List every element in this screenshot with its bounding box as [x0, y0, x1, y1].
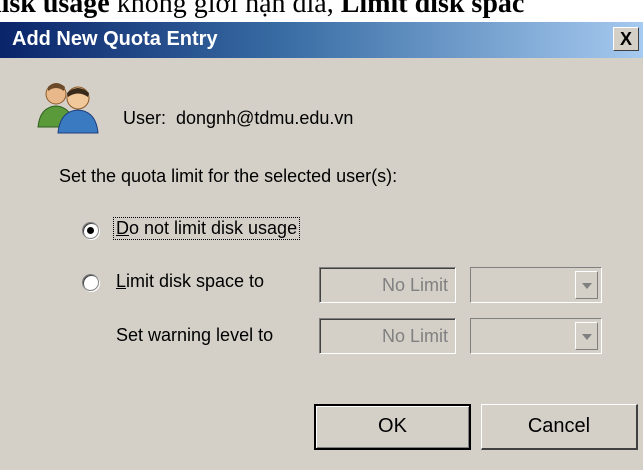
cancel-button[interactable]: Cancel — [481, 404, 638, 450]
disk-space-unit-select[interactable] — [470, 267, 602, 303]
users-icon — [37, 83, 99, 134]
quota-instruction: Set the quota limit for the selected use… — [59, 166, 398, 186]
document-background: disk usage không giới hạn đĩa, Limit dis… — [0, 0, 643, 22]
chevron-down-icon[interactable] — [575, 271, 598, 299]
no-limit-text: o not limit disk usage — [129, 218, 298, 238]
warning-level-label: Set warning level to — [116, 325, 274, 345]
ok-button[interactable]: OK — [314, 404, 471, 450]
dialog-title: Add New Quota Entry — [12, 28, 218, 50]
warning-level-input[interactable]: No Limit — [319, 318, 456, 354]
user-label: User: — [123, 108, 167, 128]
warning-level-unit-select[interactable] — [470, 318, 602, 354]
no-limit-mnemonic: D — [116, 218, 129, 238]
no-limit-radio[interactable] — [82, 222, 99, 239]
document-text: disk usage không giới hạn đĩa, Limit dis… — [0, 0, 524, 21]
quota-entry-dialog: Add New Quota Entry X User: dongnh@tdmu.e… — [0, 22, 643, 470]
doc-bold-text-2: Limit disk spac — [340, 0, 525, 19]
title-bar[interactable]: Add New Quota Entry X — [0, 22, 643, 58]
user-row: User: dongnh@tdmu.edu.vn — [123, 108, 353, 129]
doc-bold-text-1: disk usage — [0, 0, 110, 19]
warning-level-value: No Limit — [320, 319, 455, 353]
chevron-down-icon[interactable] — [575, 322, 598, 350]
disk-space-value: No Limit — [320, 268, 455, 302]
no-limit-label[interactable]: Do not limit disk usage — [112, 217, 301, 240]
radio-selected-dot — [87, 227, 94, 234]
doc-normal-text: không giới hạn đĩa, — [109, 0, 341, 19]
limit-text: imit disk space to — [126, 271, 265, 291]
limit-disk-label[interactable]: Limit disk space to — [116, 271, 264, 292]
limit-disk-radio[interactable] — [82, 274, 99, 291]
disk-space-input[interactable]: No Limit — [319, 267, 456, 303]
close-icon[interactable]: X — [613, 27, 639, 51]
limit-mnemonic: L — [116, 271, 127, 291]
user-value: dongnh@tdmu.edu.vn — [176, 108, 354, 128]
